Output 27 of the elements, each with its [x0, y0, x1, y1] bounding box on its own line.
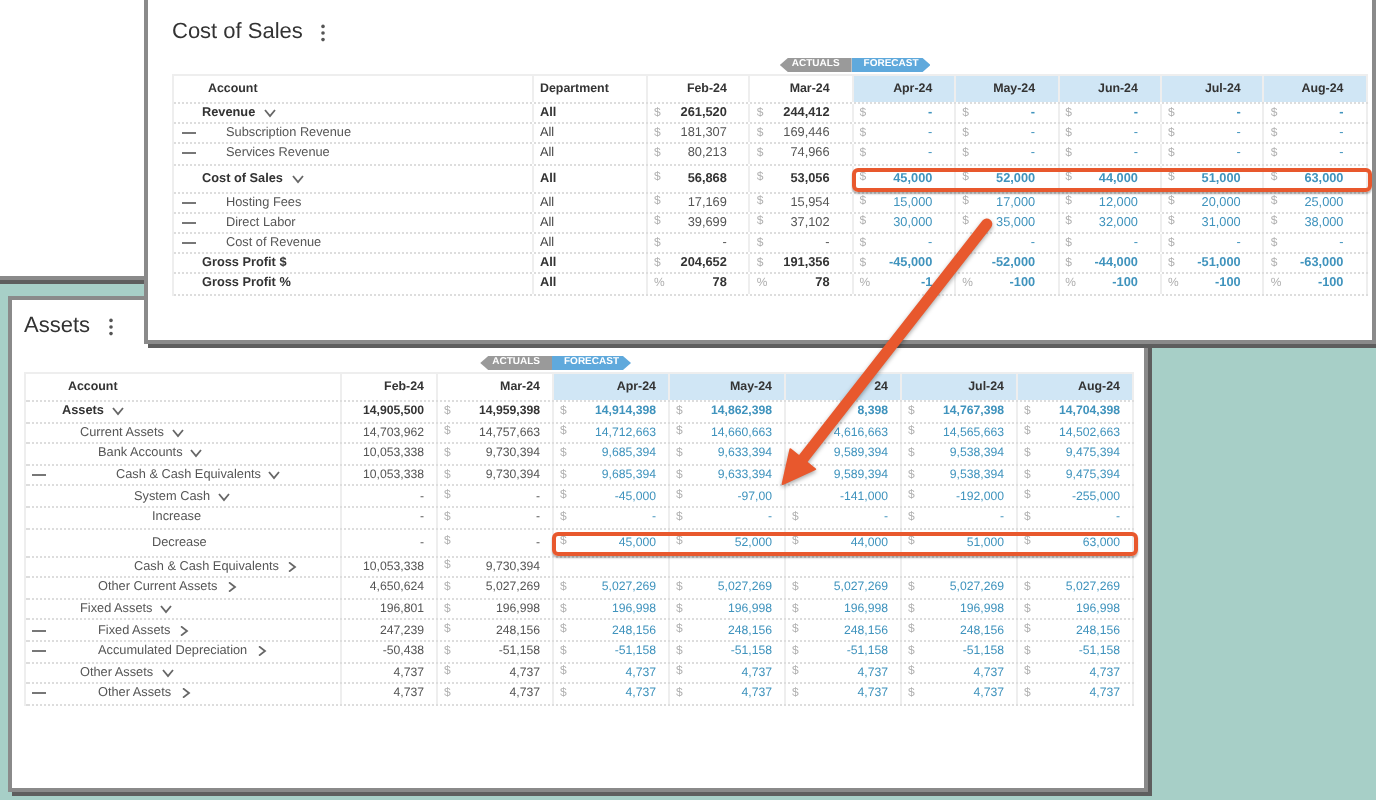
chevron-down-icon[interactable] — [190, 448, 203, 459]
more-options-icon[interactable] — [320, 23, 327, 41]
chevron-down-icon[interactable] — [263, 108, 276, 119]
chevron-down-icon[interactable] — [291, 173, 303, 184]
drag-handle-icon[interactable] — [181, 201, 195, 204]
chevron-down-icon[interactable] — [171, 427, 184, 438]
chevron-right-icon[interactable] — [255, 646, 268, 657]
chevron-right-icon[interactable] — [178, 625, 191, 636]
drag-handle-icon[interactable] — [181, 132, 195, 135]
drag-handle-icon[interactable] — [32, 692, 46, 695]
chevron-right-icon[interactable] — [286, 561, 299, 572]
chevron-right-icon[interactable] — [179, 688, 192, 699]
drag-handle-icon[interactable] — [181, 221, 195, 224]
more-options-icon[interactable] — [108, 317, 115, 335]
panel-title: Cost of Sales — [172, 18, 303, 46]
drag-handle-icon[interactable] — [32, 629, 46, 632]
drag-handle-icon[interactable] — [181, 242, 195, 245]
drag-handle-icon[interactable] — [181, 152, 195, 155]
chevron-down-icon[interactable] — [111, 406, 124, 417]
chevron-right-icon[interactable] — [225, 582, 238, 593]
panel-title: Assets — [24, 312, 91, 340]
drag-handle-icon[interactable] — [32, 650, 46, 653]
chevron-down-icon[interactable] — [268, 470, 281, 481]
chevron-down-icon[interactable] — [218, 491, 231, 502]
drag-handle-icon[interactable] — [32, 474, 46, 477]
chevron-down-icon[interactable] — [161, 667, 174, 678]
chevron-down-icon[interactable] — [160, 604, 173, 615]
